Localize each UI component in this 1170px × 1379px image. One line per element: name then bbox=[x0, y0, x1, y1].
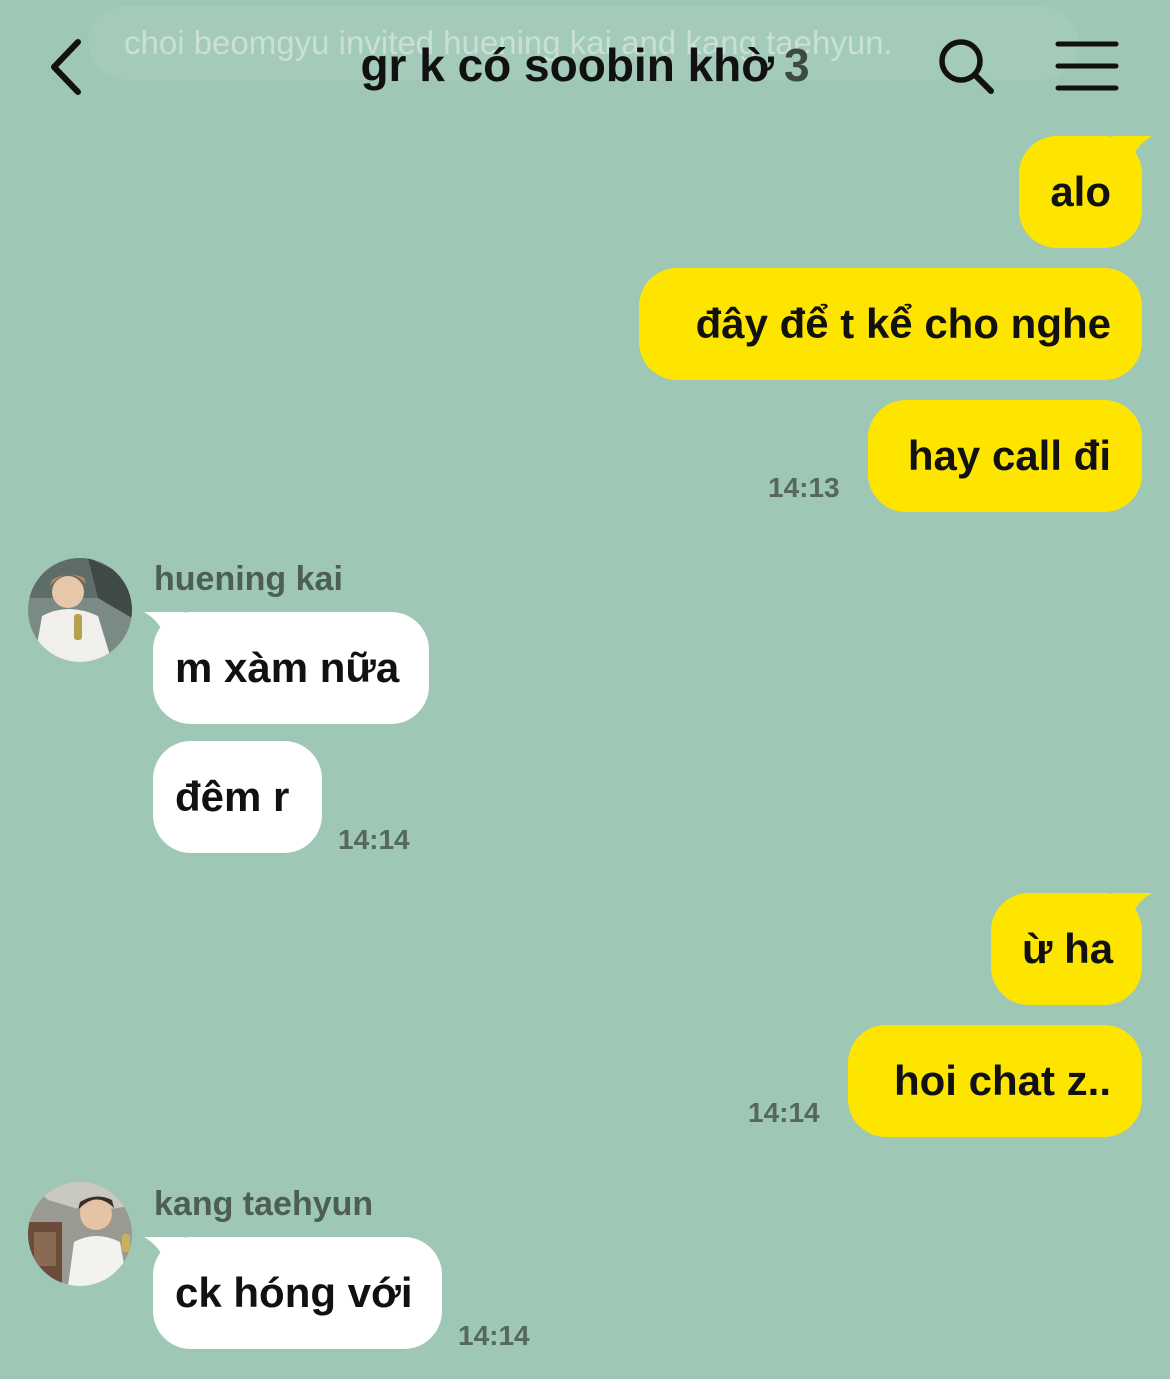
their-message-bubble[interactable]: ck hóng với bbox=[153, 1237, 442, 1349]
avatar-image bbox=[28, 558, 132, 662]
message-timestamp: 14:13 bbox=[768, 472, 840, 503]
message-text: đây để t kể cho nghe bbox=[695, 300, 1111, 347]
my-message-bubble[interactable]: hoi chat z.. bbox=[848, 1025, 1142, 1137]
avatar-kang-taehyun[interactable] bbox=[28, 1182, 132, 1286]
my-message-bubble[interactable]: hay call đi bbox=[868, 400, 1142, 512]
avatar-huening-kai[interactable] bbox=[28, 558, 132, 662]
message-text: m xàm nữa bbox=[175, 644, 400, 691]
member-count: 3 bbox=[783, 39, 810, 91]
their-message-bubble[interactable]: đêm r bbox=[153, 741, 322, 853]
chat-header: choi beomgyu invited huening kai and kan… bbox=[0, 0, 1170, 130]
message-text: hoi chat z.. bbox=[893, 1057, 1111, 1104]
sender-name: huening kai bbox=[154, 560, 343, 598]
hamburger-menu-icon bbox=[1055, 41, 1119, 91]
message-text: đêm r bbox=[175, 773, 290, 820]
my-message-bubble[interactable]: đây để t kể cho nghe bbox=[639, 268, 1142, 380]
my-message-bubble[interactable]: ừ ha bbox=[991, 893, 1142, 1005]
message-timestamp: 14:14 bbox=[748, 1097, 820, 1128]
their-message-bubble[interactable]: m xàm nữa bbox=[153, 612, 429, 724]
message-text: hay call đi bbox=[907, 432, 1111, 479]
chat-title: gr k có soobin khờ bbox=[360, 39, 774, 91]
message-text: ừ ha bbox=[1022, 925, 1114, 972]
avatar-image bbox=[28, 1182, 132, 1286]
message-timestamp: 14:14 bbox=[458, 1320, 530, 1351]
search-button[interactable] bbox=[934, 34, 998, 98]
sender-name: kang taehyun bbox=[154, 1185, 374, 1223]
menu-button[interactable] bbox=[1052, 38, 1122, 94]
message-timestamp: 14:14 bbox=[338, 824, 410, 855]
search-icon bbox=[939, 39, 994, 94]
message-text: ck hóng với bbox=[175, 1269, 413, 1316]
message-text: alo bbox=[1050, 168, 1111, 215]
my-message-bubble[interactable]: alo bbox=[1019, 136, 1142, 248]
